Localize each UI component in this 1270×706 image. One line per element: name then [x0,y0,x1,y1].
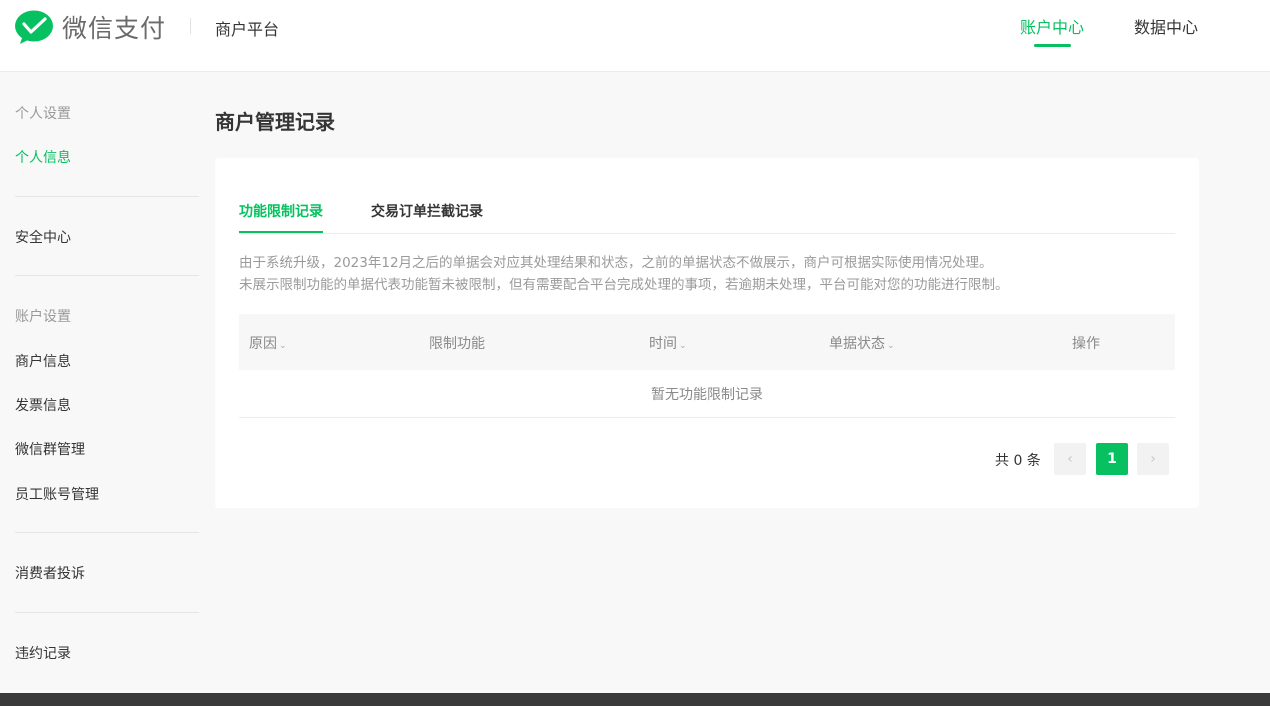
pagination-total: 共 0 条 [995,453,1041,469]
sidebar-divider [15,612,199,613]
sidebar-item-violations[interactable]: 违约记录 [15,643,71,663]
tab-function-restriction[interactable]: 功能限制记录 [239,201,323,221]
sidebar-item-complaints[interactable]: 消费者投诉 [15,563,85,583]
nav-active-indicator [1034,44,1071,47]
platform-title: 商户平台 [215,20,280,39]
header-divider [190,18,191,34]
column-label: 单据状态 [829,336,885,352]
sidebar-item-staff[interactable]: 员工账号管理 [15,484,99,504]
table-empty-row: 暂无功能限制记录 [239,370,1175,418]
tab-active-indicator [239,231,323,233]
wechat-pay-logo-icon [15,10,53,44]
notice-line-2: 未展示限制功能的单据代表功能暂未被限制，但有需要配合平台完成处理的事项，若逾期未… [239,277,1009,293]
pagination-page-button[interactable]: 1 [1096,443,1128,475]
sidebar-item-wechat-group[interactable]: 微信群管理 [15,439,85,459]
sidebar-item-invoice[interactable]: 发票信息 [15,395,71,415]
footer-bar [0,693,1270,706]
sidebar-item-security[interactable]: 安全中心 [15,227,71,247]
notice-line-1: 由于系统升级，2023年12月之后的单据会对应其处理结果和状态，之前的单据状态不… [239,255,993,271]
brand-logo[interactable]: 微信支付 [14,9,166,45]
chevron-right-icon: › [1150,451,1156,467]
tab-divider [239,233,1175,234]
pagination-prev-button[interactable]: ‹ [1054,443,1086,475]
column-label: 时间 [649,336,677,352]
tab-order-interception[interactable]: 交易订单拦截记录 [371,201,483,221]
column-label: 限制功能 [429,336,485,352]
chevron-down-icon: ⌄ [279,341,287,351]
sidebar-divider [15,196,199,197]
chevron-left-icon: ‹ [1067,451,1073,467]
column-header-action: 操作 [1072,333,1100,353]
column-header-status[interactable]: 单据状态 ⌄ [829,333,895,353]
column-header-restricted-function: 限制功能 [429,333,485,353]
sidebar-item-merchant[interactable]: 商户信息 [15,351,71,371]
sidebar-divider [15,275,199,276]
column-header-time[interactable]: 时间 ⌄ [649,333,687,353]
column-header-reason[interactable]: 原因 ⌄ [249,333,287,353]
nav-data-center[interactable]: 数据中心 [1134,14,1198,38]
sidebar-item-profile[interactable]: 个人信息 [15,147,71,167]
logo-text: 微信支付 [62,14,167,43]
sidebar-group-account: 账户设置 [15,309,71,325]
nav-account-center[interactable]: 账户中心 [1020,14,1084,38]
sidebar-divider [15,532,199,533]
pagination-next-button[interactable]: › [1137,443,1169,475]
top-bar: 微信支付 商户平台 账户中心 数据中心 [0,0,1270,72]
column-label: 原因 [249,336,277,352]
empty-state-text: 暂无功能限制记录 [651,387,763,403]
chevron-down-icon: ⌄ [887,341,895,351]
sidebar-group-personal: 个人设置 [15,106,71,122]
column-label: 操作 [1072,336,1100,352]
chevron-down-icon: ⌄ [679,341,687,351]
page-title: 商户管理记录 [215,110,335,134]
records-card: 功能限制记录 交易订单拦截记录 由于系统升级，2023年12月之后的单据会对应其… [215,158,1199,508]
table-header: 原因 ⌄ 限制功能 时间 ⌄ 单据状态 ⌄ 操作 [239,314,1175,370]
